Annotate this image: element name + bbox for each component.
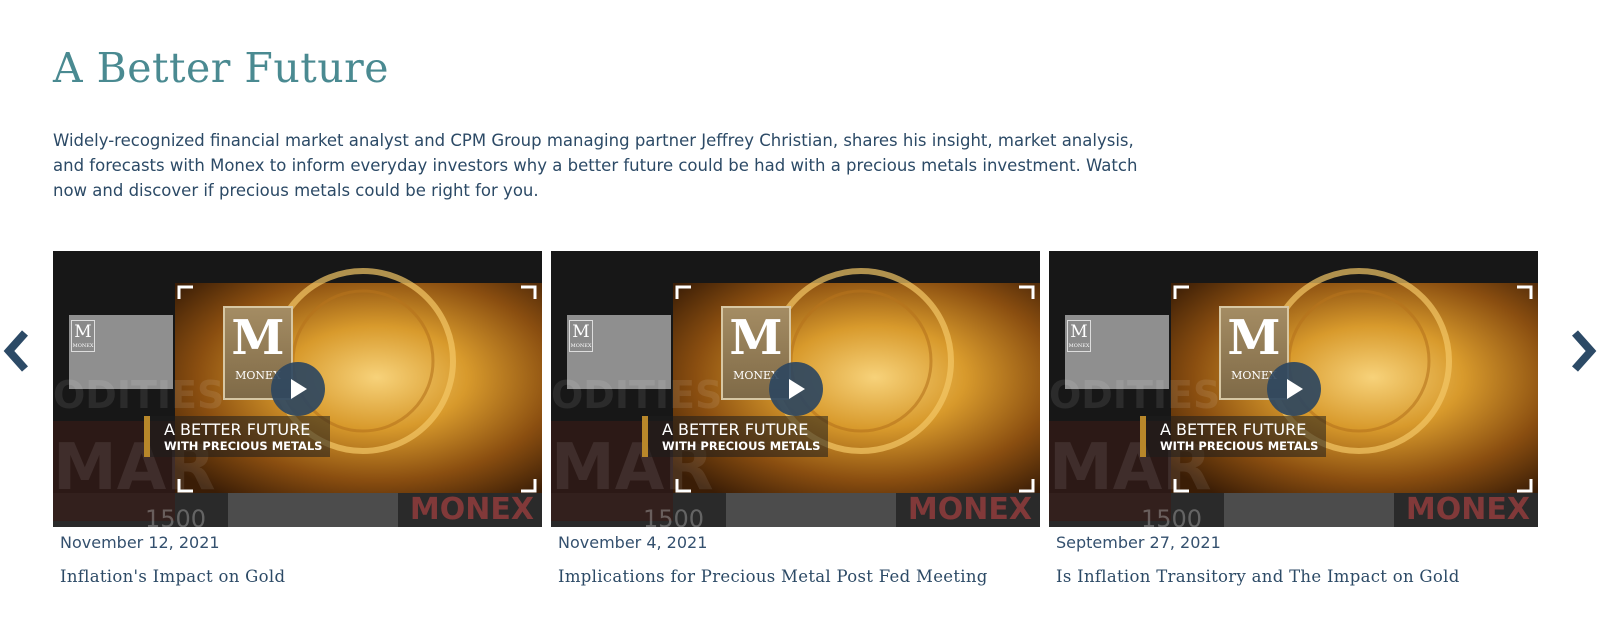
video-date: November 12, 2021 xyxy=(60,533,220,552)
thumbnail-number: 1500 xyxy=(1141,505,1203,527)
play-icon xyxy=(789,379,805,399)
chevron-right-icon xyxy=(1572,330,1597,372)
video-title-link[interactable]: Inflation's Impact on Gold xyxy=(60,567,542,586)
thumbnail-brand-text: MONEX xyxy=(409,492,534,527)
video-thumbnail[interactable]: ODITIES MAR M MONEX M MONEX A BETTER FUTU… xyxy=(53,251,542,527)
video-thumbnail[interactable]: ODITIES MAR M MONEX M MONEX A BETTER FUTU… xyxy=(1049,251,1538,527)
small-monex-logo: M MONEX xyxy=(71,320,95,352)
play-icon xyxy=(291,379,307,399)
thumbnail-number: 1500 xyxy=(643,505,705,527)
carousel-next-button[interactable] xyxy=(1566,328,1600,374)
thumbnail-overlay-title: A BETTER FUTURE WITH PRECIOUS METALS xyxy=(144,416,331,457)
carousel-prev-button[interactable] xyxy=(0,328,34,374)
small-monex-logo: M MONEX xyxy=(569,320,593,352)
play-icon xyxy=(1287,379,1303,399)
play-button[interactable] xyxy=(1267,362,1321,416)
ghost-text: ODITIES xyxy=(551,373,723,417)
video-card: ODITIES MAR M MONEX M MONEX A BETTER FUTU… xyxy=(53,251,542,586)
thumbnail-overlay-title: A BETTER FUTURE WITH PRECIOUS METALS xyxy=(1140,416,1327,457)
thumbnail-number: 1500 xyxy=(145,505,207,527)
video-thumbnail[interactable]: ODITIES MAR M MONEX M MONEX A BETTER FUTU… xyxy=(551,251,1040,527)
small-monex-logo: M MONEX xyxy=(1067,320,1091,352)
video-card: ODITIES MAR M MONEX M MONEX A BETTER FUTU… xyxy=(551,251,1040,586)
thumbnail-overlay-title: A BETTER FUTURE WITH PRECIOUS METALS xyxy=(642,416,829,457)
thumbnail-brand-text: MONEX xyxy=(907,492,1032,527)
ghost-text: ODITIES xyxy=(1049,373,1221,417)
section-description: Widely-recognized financial market analy… xyxy=(53,131,1138,200)
section-title: A Better Future xyxy=(53,44,389,92)
video-title-link[interactable]: Is Inflation Transitory and The Impact o… xyxy=(1056,567,1538,586)
ghost-text: ODITIES xyxy=(53,373,225,417)
chevron-left-icon xyxy=(3,330,28,372)
play-button[interactable] xyxy=(271,362,325,416)
play-button[interactable] xyxy=(769,362,823,416)
video-date: September 27, 2021 xyxy=(1056,533,1221,552)
video-card: ODITIES MAR M MONEX M MONEX A BETTER FUTU… xyxy=(1049,251,1538,586)
thumbnail-brand-text: MONEX xyxy=(1405,492,1530,527)
video-date: November 4, 2021 xyxy=(558,533,708,552)
video-title-link[interactable]: Implications for Precious Metal Post Fed… xyxy=(558,567,1040,586)
